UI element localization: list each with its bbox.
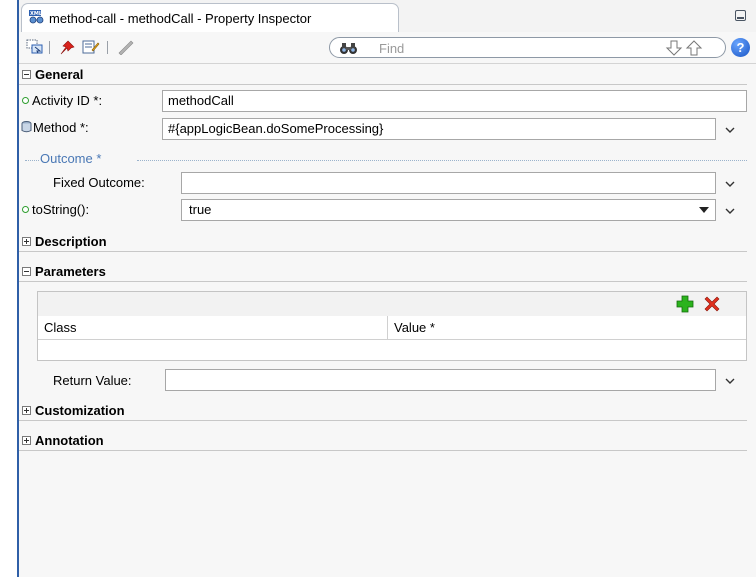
binoculars-icon (339, 41, 359, 58)
section-customization[interactable]: Customization (19, 402, 747, 421)
find-box[interactable] (329, 37, 726, 58)
collapse-icon[interactable] (22, 70, 31, 79)
collapse-icon[interactable] (22, 267, 31, 276)
left-edge (0, 0, 19, 577)
section-annotation[interactable]: Annotation (19, 432, 747, 451)
fixed-outcome-label: Fixed Outcome: (53, 175, 145, 190)
required-bullet-icon (22, 97, 29, 104)
outcome-group-label: Outcome * (40, 151, 102, 166)
method-binding-icon (21, 121, 32, 136)
parameters-toolbar (38, 292, 746, 317)
tostring-select[interactable]: true (181, 199, 716, 221)
expand-icon[interactable] (22, 237, 31, 246)
section-title: Annotation (35, 433, 104, 448)
section-description[interactable]: Description (19, 233, 747, 252)
toolbar: ? (19, 32, 756, 64)
section-title: Customization (35, 403, 125, 418)
select-in-structure-icon[interactable] (26, 39, 44, 58)
svg-text:XML: XML (30, 11, 43, 17)
dropdown-arrow-icon[interactable] (699, 207, 709, 213)
method-field[interactable]: #{appLogicBean.doSomeProcessing} (162, 118, 716, 140)
delete-parameter-icon[interactable] (703, 295, 721, 316)
column-header-label: Class (44, 320, 77, 335)
return-value-label: Return Value: (53, 373, 132, 388)
minimize-button[interactable] (735, 10, 746, 21)
section-title: Parameters (35, 264, 106, 279)
section-title: Description (35, 234, 107, 249)
add-parameter-icon[interactable] (676, 295, 694, 316)
xml-task-flow-icon: XML (28, 9, 46, 28)
tab-bar: XML method-call - methodCall - Property … (19, 0, 756, 33)
pencil-icon[interactable] (117, 39, 135, 58)
column-header-label: Value * (394, 320, 435, 335)
chevron-down-icon[interactable] (724, 178, 736, 190)
section-parameters[interactable]: Parameters (19, 263, 747, 282)
divider (25, 160, 39, 161)
chevron-down-icon[interactable] (724, 205, 736, 217)
property-inspector-panel: XML method-call - methodCall - Property … (19, 0, 756, 577)
activity-id-label: Activity ID *: (32, 93, 103, 108)
fixed-outcome-field[interactable] (181, 172, 716, 194)
expand-icon[interactable] (22, 406, 31, 415)
toolbar-separator (49, 41, 50, 54)
pin-icon[interactable] (59, 39, 77, 58)
divider (137, 160, 747, 161)
required-bullet-icon (22, 206, 29, 213)
window-title: method-call - methodCall - Property Insp… (49, 11, 312, 26)
find-input[interactable] (377, 39, 581, 58)
section-title: General (35, 67, 84, 82)
parameters-table: Class Value * (37, 291, 747, 361)
column-header-class[interactable]: Class (38, 316, 388, 340)
find-next-down-icon[interactable] (665, 40, 683, 59)
method-label: Method *: (33, 120, 89, 135)
tostring-label: toString(): (32, 202, 90, 217)
tab-property-inspector[interactable]: XML method-call - methodCall - Property … (21, 3, 399, 32)
expand-icon[interactable] (22, 436, 31, 445)
column-header-value[interactable]: Value * (388, 316, 746, 340)
help-button[interactable]: ? (731, 38, 750, 57)
tostring-value: true (189, 202, 212, 217)
section-general[interactable]: General (19, 66, 747, 85)
chevron-down-icon[interactable] (724, 124, 736, 136)
edit-properties-icon[interactable] (82, 39, 100, 58)
find-previous-up-icon[interactable] (685, 40, 703, 59)
toolbar-separator (107, 41, 108, 54)
activity-id-field[interactable]: methodCall (162, 90, 747, 112)
chevron-down-icon[interactable] (724, 375, 736, 387)
return-value-field[interactable] (165, 369, 716, 391)
